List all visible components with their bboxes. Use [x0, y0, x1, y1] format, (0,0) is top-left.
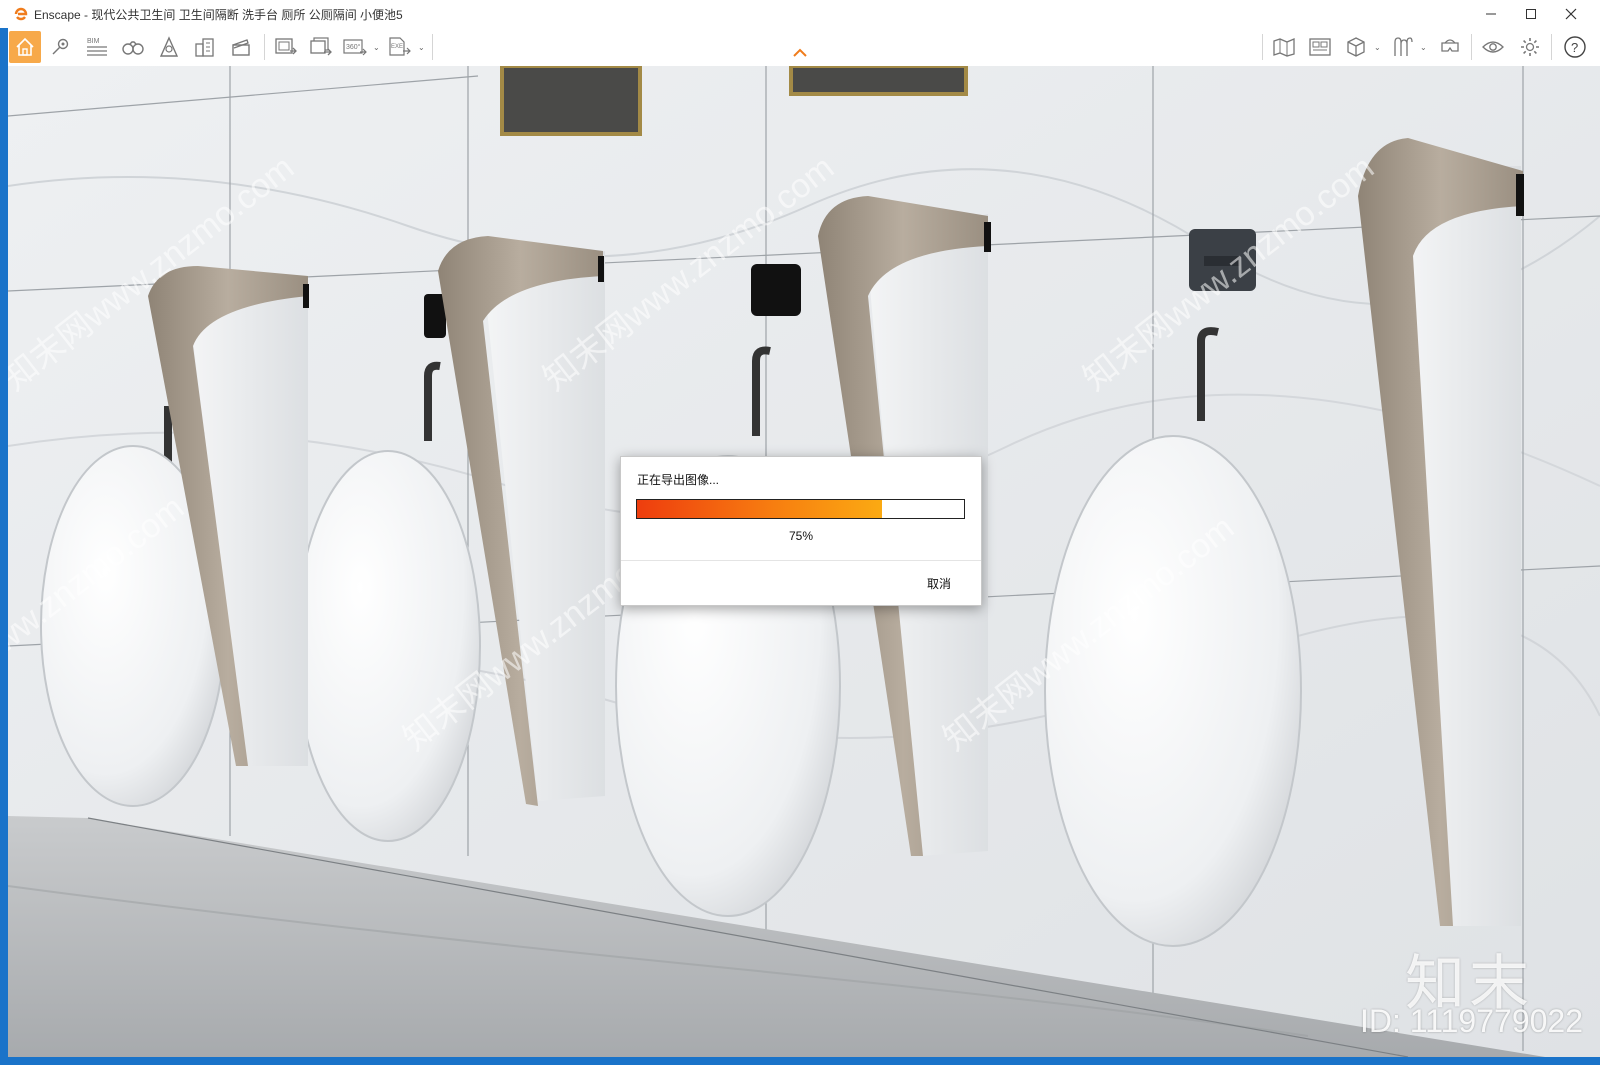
chevron-down-icon[interactable]: ⌄: [1420, 43, 1427, 52]
batch-render-icon: [310, 37, 332, 56]
buildings-button[interactable]: [189, 31, 221, 63]
collapse-toolbar-icon[interactable]: [792, 46, 808, 58]
toolbar-separator: [1551, 34, 1552, 60]
vr-headset-button[interactable]: [1434, 31, 1466, 63]
binoculars-icon: [122, 41, 144, 55]
help-icon: ?: [1564, 36, 1586, 58]
map-icon: [1273, 38, 1295, 57]
maximize-icon: [1526, 9, 1536, 19]
cancel-button[interactable]: 取消: [927, 575, 951, 592]
toolbar-separator: [432, 34, 433, 60]
title-bar: Enscape - 现代公共卫生间 卫生间隔断 洗手台 厕所 公厕隔间 小便池5: [0, 0, 1600, 28]
progress-fill: [637, 500, 883, 518]
cube-icon: [1347, 37, 1365, 57]
dialog-title: 正在导出图像...: [637, 473, 720, 487]
settings-icon: [1521, 38, 1539, 56]
asset-library-button[interactable]: [1304, 31, 1336, 63]
location-icon: [52, 38, 69, 55]
chevron-down-icon[interactable]: ⌄: [1374, 43, 1381, 52]
image-id-watermark: ID: 1119779022: [1360, 1003, 1583, 1039]
panorama-label: 360°: [346, 43, 361, 51]
home-button[interactable]: [9, 31, 41, 63]
perspective-icon: [159, 36, 179, 57]
perspective-button[interactable]: [153, 31, 185, 63]
svg-text:?: ?: [1571, 40, 1578, 55]
batch-render-button[interactable]: [305, 31, 337, 63]
chevron-down-icon[interactable]: ⌄: [418, 43, 425, 52]
toolbar-separator: [1471, 34, 1472, 60]
buildings-icon: [195, 38, 214, 57]
screenshot-export-button[interactable]: [270, 31, 302, 63]
object-button[interactable]: [1340, 31, 1372, 63]
bim-icon: BIM: [87, 38, 107, 56]
window-frame-left: [0, 28, 8, 1065]
material-button[interactable]: [1387, 31, 1419, 63]
window-title: Enscape - 现代公共卫生间 卫生间隔断 洗手台 厕所 公厕隔间 小便池5: [34, 7, 403, 22]
panorama-export-button[interactable]: 360°: [339, 31, 371, 63]
vr-headset-icon: [1441, 39, 1459, 52]
walk-mode-button[interactable]: [117, 31, 149, 63]
bim-button[interactable]: BIM: [81, 31, 113, 63]
help-button[interactable]: ?: [1559, 31, 1591, 63]
toolbar-separator: [1262, 34, 1263, 60]
settings-button[interactable]: [1514, 31, 1546, 63]
export-progress-dialog: 正在导出图像... 75% 取消: [620, 456, 982, 606]
screenshot-export-icon: [275, 38, 297, 55]
exe-label: EXE: [391, 44, 403, 50]
exe-export-icon: EXE: [389, 37, 411, 56]
asset-library-icon: [1309, 38, 1331, 56]
exe-export-button[interactable]: EXE: [383, 31, 415, 63]
home-icon: [16, 37, 34, 56]
panorama-icon: 360°: [343, 39, 367, 56]
visual-settings-icon: [1482, 41, 1504, 53]
progress-bar: [636, 499, 965, 519]
close-button[interactable]: [1548, 0, 1594, 28]
progress-percent: 75%: [788, 529, 814, 543]
toolbar-separator: [264, 34, 265, 60]
bim-label: BIM: [87, 38, 100, 45]
dialog-divider: [621, 560, 981, 561]
video-editor-button[interactable]: [225, 31, 257, 63]
location-button[interactable]: [45, 31, 77, 63]
window-frame-bottom: [0, 1057, 1600, 1065]
visual-settings-button[interactable]: [1477, 31, 1509, 63]
material-icon: [1394, 37, 1413, 56]
enscape-window: Enscape - 现代公共卫生间 卫生间隔断 洗手台 厕所 公厕隔间 小便池5…: [0, 0, 1600, 1065]
minimize-icon: [1486, 13, 1496, 15]
close-icon: [1565, 8, 1577, 20]
enscape-logo-icon: [14, 7, 28, 21]
map-button[interactable]: [1268, 31, 1300, 63]
clapper-icon: [232, 39, 250, 56]
chevron-down-icon[interactable]: ⌄: [373, 43, 380, 52]
